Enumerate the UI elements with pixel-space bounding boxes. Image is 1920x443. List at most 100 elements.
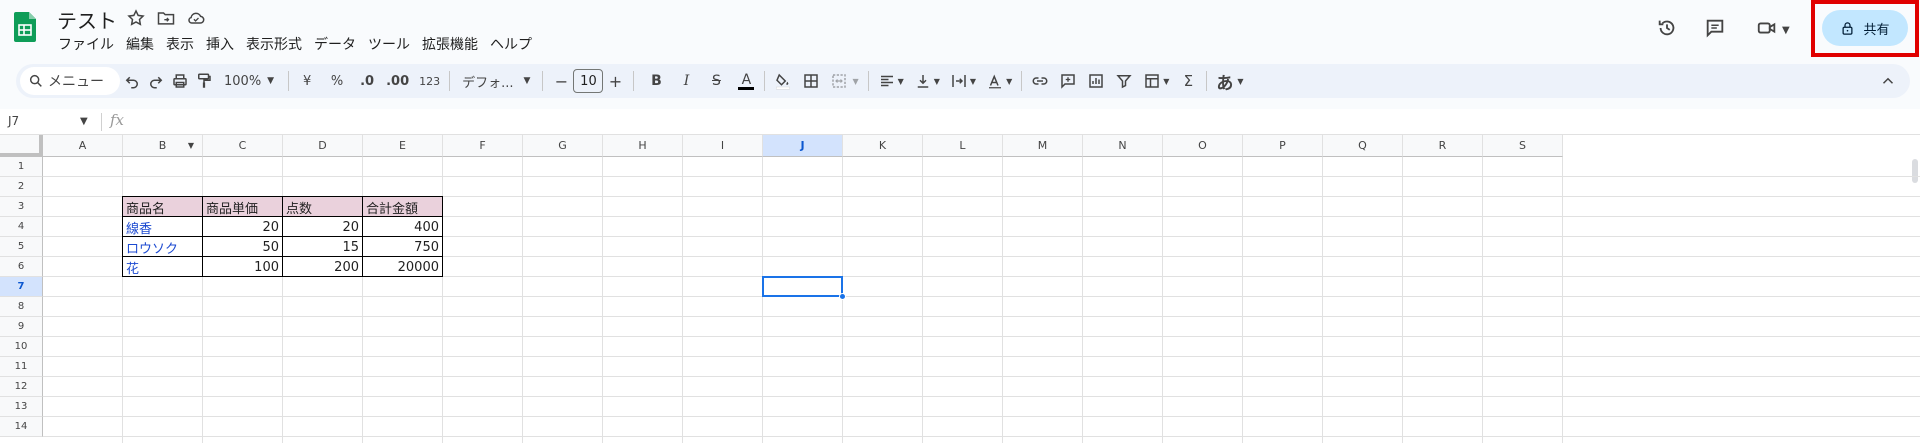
undo-button[interactable] [120,67,144,95]
row-header-2[interactable]: 2 [0,177,43,197]
move-folder-icon[interactable] [156,8,176,28]
table-number-cell[interactable]: 50 [203,237,282,257]
filter-button[interactable] [1112,67,1136,95]
table-number-cell[interactable]: 400 [363,217,442,237]
column-header-s[interactable]: S [1483,135,1563,157]
row-header-12[interactable]: 12 [0,377,43,397]
star-icon[interactable] [126,8,146,28]
table-name-cell[interactable]: 花 [123,257,202,277]
text-color-button[interactable]: A [734,67,758,95]
decrease-decimal-button[interactable]: .0 [355,67,379,95]
select-all-corner[interactable] [0,135,43,157]
menu-help[interactable]: ヘルプ [490,34,539,54]
meet-button[interactable]: ▼ [1756,12,1790,48]
row-header-1[interactable]: 1 [0,157,43,177]
table-header-cell[interactable]: 商品単価 [203,197,282,217]
print-button[interactable] [168,67,192,95]
column-header-h[interactable]: H [603,135,683,157]
column-header-p[interactable]: P [1243,135,1323,157]
paint-format-button[interactable] [192,67,216,95]
merge-cells-button[interactable]: ▼ [827,67,861,95]
zoom-select[interactable]: 100% ▼ [216,67,282,95]
spreadsheet-grid[interactable]: A B ▼ C D E F G H I J K L M N O P Q R S 1 2 3 4 5 6 7 8 9 10 11 12 13 14 商… [0,135,1920,443]
table-name-cell[interactable]: 線香 [123,217,202,237]
column-header-k[interactable]: K [843,135,923,157]
document-title[interactable]: テスト [57,5,117,34]
format-currency-button[interactable]: ¥ [295,67,319,95]
row-header-5[interactable]: 5 [0,237,43,257]
column-header-c[interactable]: C [203,135,283,157]
table-number-cell[interactable]: 200 [283,257,362,277]
functions-button[interactable]: Σ [1176,67,1200,95]
strikethrough-button[interactable]: S [704,67,728,95]
column-header-o[interactable]: O [1163,135,1243,157]
table-number-cell[interactable]: 750 [363,237,442,257]
row-header-3[interactable]: 3 [0,197,43,217]
font-family-select[interactable]: デフォ... ▼ [456,67,536,95]
menu-view[interactable]: 表示 [166,34,201,54]
table-header-cell[interactable]: 合計金額 [363,197,442,217]
row-header-4[interactable]: 4 [0,217,43,237]
column-header-n[interactable]: N [1083,135,1163,157]
increase-decimal-button[interactable]: .00 [383,67,412,95]
row-header-6[interactable]: 6 [0,257,43,277]
borders-button[interactable] [799,67,823,95]
column-header-i[interactable]: I [683,135,763,157]
table-number-cell[interactable]: 20000 [363,257,442,277]
row-header-8[interactable]: 8 [0,297,43,317]
sheets-logo-icon[interactable] [14,12,36,42]
row-header-11[interactable]: 11 [0,357,43,377]
column-header-d[interactable]: D [283,135,363,157]
search-menus-button[interactable]: メニュー [20,67,120,95]
insert-link-button[interactable] [1028,67,1052,95]
share-button[interactable]: 共有 [1822,10,1908,46]
column-header-g[interactable]: G [523,135,603,157]
menu-file[interactable]: ファイル [58,34,121,54]
insert-chart-button[interactable] [1084,67,1108,95]
menu-edit[interactable]: 編集 [126,34,161,54]
version-history-button[interactable] [1656,12,1678,48]
column-header-r[interactable]: R [1403,135,1483,157]
column-header-f[interactable]: F [443,135,523,157]
menu-insert[interactable]: 挿入 [206,34,241,54]
menu-extensions[interactable]: 拡張機能 [422,34,485,54]
more-formats-button[interactable]: 123 [416,67,443,95]
vertical-scrollbar[interactable] [1912,159,1918,183]
active-cell-selection[interactable] [762,276,843,297]
vertical-align-button[interactable]: ▼ [911,67,943,95]
bold-button[interactable]: B [644,67,668,95]
decrease-font-size-button[interactable]: − [549,67,573,95]
column-header-b[interactable]: B ▼ [123,135,203,157]
table-header-cell[interactable]: 点数 [283,197,362,217]
increase-font-size-button[interactable]: + [603,67,627,95]
table-name-cell[interactable]: ロウソク [123,237,202,257]
name-box[interactable]: J7 [8,114,19,128]
row-header-14[interactable]: 14 [0,417,43,437]
column-header-l[interactable]: L [923,135,1003,157]
column-header-j[interactable]: J [763,135,843,157]
comments-button[interactable] [1704,12,1726,48]
table-number-cell[interactable]: 20 [283,217,362,237]
column-header-m[interactable]: M [1003,135,1083,157]
menu-data[interactable]: データ [314,34,363,54]
filter-views-button[interactable]: ▼ [1140,67,1172,95]
row-header-7[interactable]: 7 [0,277,43,297]
column-b-caret-icon[interactable]: ▼ [188,141,194,150]
menu-format[interactable]: 表示形式 [246,34,309,54]
font-size-input[interactable]: 10 [573,69,604,93]
insert-comment-button[interactable] [1056,67,1080,95]
input-tools-button[interactable]: あ ▼ [1213,67,1246,95]
redo-button[interactable] [144,67,168,95]
row-header-9[interactable]: 9 [0,317,43,337]
table-number-cell[interactable]: 15 [283,237,362,257]
row-header-10[interactable]: 10 [0,337,43,357]
column-header-a[interactable]: A [43,135,123,157]
table-number-cell[interactable]: 20 [203,217,282,237]
menu-tools[interactable]: ツール [368,34,417,54]
format-percent-button[interactable]: % [325,67,349,95]
fill-color-button[interactable] [771,67,795,95]
name-box-caret-icon[interactable]: ▼ [80,116,88,127]
column-header-q[interactable]: Q [1323,135,1403,157]
text-rotation-button[interactable]: ▼ [983,67,1015,95]
hide-menus-button[interactable] [1876,67,1900,95]
